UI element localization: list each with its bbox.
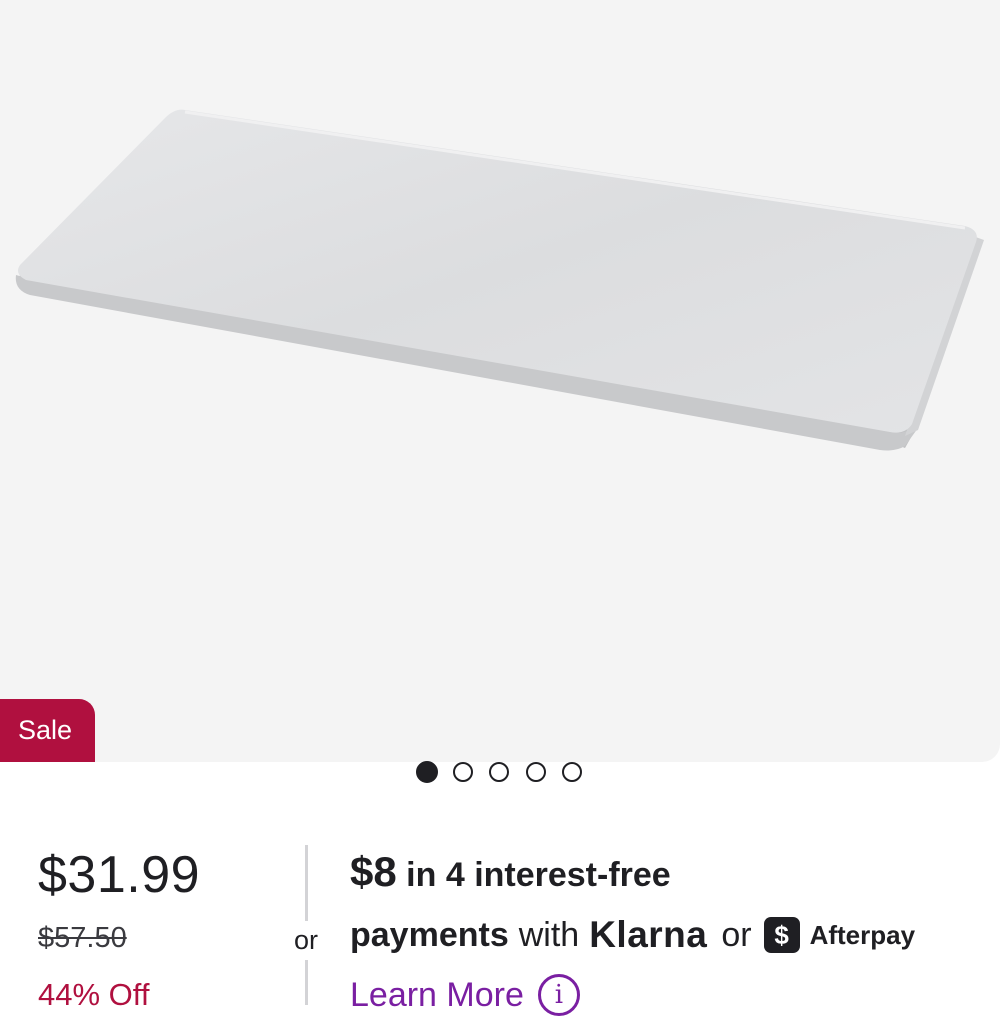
product-image-carousel[interactable]: Sale bbox=[0, 0, 1000, 762]
or-separator: or bbox=[294, 921, 319, 960]
discount-label: 44% Off bbox=[38, 977, 150, 1012]
installment-terms: in 4 interest-free bbox=[406, 856, 671, 894]
installment-with-word: with bbox=[518, 915, 580, 954]
afterpay-icon: $ bbox=[763, 917, 800, 953]
carousel-dot-3[interactable] bbox=[489, 762, 509, 782]
sale-badge: Sale bbox=[0, 699, 95, 762]
carousel-pagination bbox=[0, 760, 1000, 784]
learn-more-label: Learn More bbox=[350, 975, 524, 1014]
learn-more-link[interactable]: Learn More i bbox=[350, 974, 580, 1016]
installment-line-2: payments with Klarna or $ Afterpay bbox=[350, 914, 915, 956]
carousel-dot-4[interactable] bbox=[526, 762, 546, 782]
product-image bbox=[15, 109, 984, 451]
carousel-dot-1[interactable] bbox=[416, 761, 438, 783]
info-icon[interactable]: i bbox=[537, 974, 580, 1016]
provider-or-word: or bbox=[721, 915, 752, 954]
carousel-dot-5[interactable] bbox=[562, 762, 582, 782]
klarna-logo: Klarna bbox=[589, 914, 708, 955]
installment-amount: $8 bbox=[350, 848, 397, 895]
installment-payments-word: payments bbox=[350, 915, 509, 954]
price-block: $31.99 $57.50 44% Off bbox=[38, 845, 201, 1012]
afterpay-logo: Afterpay bbox=[809, 919, 916, 950]
original-price: $57.50 bbox=[38, 922, 127, 954]
installment-line-1: $8 in 4 interest-free bbox=[350, 848, 671, 896]
current-price: $31.99 bbox=[38, 846, 201, 904]
carousel-dot-2[interactable] bbox=[453, 762, 473, 782]
